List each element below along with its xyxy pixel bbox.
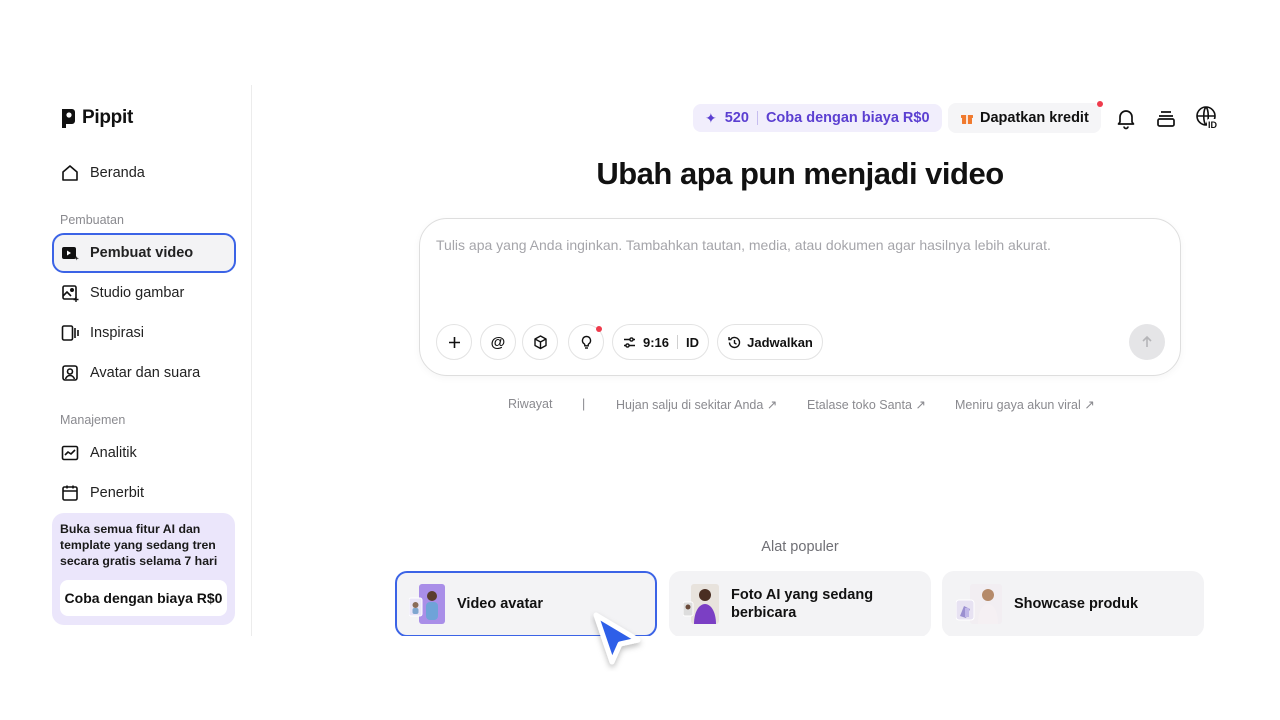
asset-button[interactable] (522, 324, 558, 360)
get-credits-button[interactable]: Dapatkan kredit (948, 103, 1101, 133)
lightbulb-icon (581, 335, 591, 349)
promo-trial-button[interactable]: Coba dengan biaya R$0 (60, 580, 227, 616)
trial-promo-card: Buka semua fitur AI dan template yang se… (52, 513, 235, 625)
sidebar-item-beranda[interactable]: Beranda (52, 153, 236, 193)
credits-count: 520 (724, 110, 749, 126)
layers-icon[interactable] (1154, 106, 1178, 130)
sidebar-item-label: Pembuat video (90, 245, 194, 261)
page-title: Ubah apa pun menjadi video (596, 156, 1004, 191)
talking-photo-thumbnail (682, 584, 719, 624)
sidebar-item-label: Inspirasi (90, 325, 144, 341)
language-code: ID (686, 334, 700, 350)
history-clock-icon (728, 336, 741, 348)
sidebar-item-label: Avatar dan suara (90, 365, 201, 381)
tool-card-product-showcase[interactable]: Showcase produk (942, 571, 1204, 637)
tool-card-label: Showcase produk (1014, 596, 1139, 612)
section-label-pembuatan: Pembuatan (60, 213, 124, 227)
sidebar-item-studio-gambar[interactable]: Studio gambar (52, 273, 236, 313)
mouse-pointer-icon (593, 612, 641, 665)
divider (677, 335, 679, 349)
notification-dot (1097, 101, 1103, 107)
sidebar-item-label: Studio gambar (90, 285, 185, 301)
pippit-logo[interactable]: Pippit (60, 107, 133, 129)
at-icon: @ (490, 333, 506, 351)
sidebar-item-pembuat-video[interactable]: Pembuat video (52, 233, 236, 273)
bell-icon[interactable] (1114, 106, 1138, 130)
mention-button[interactable]: @ (480, 324, 516, 360)
svg-text:ID: ID (1208, 120, 1218, 130)
schedule-label: Jadwalkan (747, 334, 813, 350)
sparkle-icon: ✦ (705, 109, 717, 126)
schedule-button[interactable]: Jadwalkan (717, 324, 823, 360)
video-avatar-thumbnail (408, 584, 445, 624)
popular-tools-title: Alat populer (761, 539, 839, 555)
cube-icon (533, 334, 547, 349)
credits-badge[interactable]: ✦ 520 Coba dengan biaya R$0 (693, 104, 942, 132)
analytics-icon (61, 445, 79, 461)
get-credits-label: Dapatkan kredit (980, 110, 1089, 126)
arrow-up-icon (1142, 335, 1152, 347)
prompt-box: @ 9:16 ID Jadwalkan (419, 218, 1181, 376)
avatar-icon (62, 365, 78, 381)
globe-id-icon[interactable]: ID (1195, 105, 1221, 131)
tool-card-talking-photo[interactable]: Foto AI yang sedang berbicara (669, 571, 931, 637)
gift-icon (961, 115, 973, 124)
ratio-language-button[interactable]: 9:16 ID (612, 324, 709, 360)
sidebar-item-analitik[interactable]: Analitik (52, 433, 236, 473)
divider (756, 111, 758, 125)
tool-card-label: Video avatar (457, 596, 543, 612)
sidebar: Pippit Beranda Pembuatan Pembuat video S… (0, 85, 252, 637)
image-studio-icon (62, 285, 79, 302)
suggestion-chip[interactable]: Etalase toko Santa ↗ (807, 397, 926, 412)
video-maker-icon (62, 247, 79, 261)
sidebar-item-label: Analitik (90, 445, 137, 461)
calendar-icon (62, 485, 78, 501)
sidebar-item-label: Penerbit (90, 485, 145, 501)
product-showcase-thumbnail (955, 584, 1002, 624)
send-button[interactable] (1129, 324, 1165, 360)
sidebar-item-inspirasi[interactable]: Inspirasi (52, 313, 236, 353)
sliders-icon (623, 336, 635, 348)
promo-text: Buka semua fitur AI dan template yang se… (60, 522, 218, 568)
suggestion-chip[interactable]: Hujan salju di sekitar Anda ↗ (616, 397, 777, 412)
sidebar-item-penerbit[interactable]: Penerbit (52, 473, 236, 513)
add-attachment-button[interactable] (436, 324, 472, 360)
pippit-logo-icon (62, 108, 75, 128)
sidebar-item-avatar-dan-suara[interactable]: Avatar dan suara (52, 353, 236, 393)
prompt-input[interactable] (436, 237, 1156, 253)
idea-notification-dot (596, 326, 602, 332)
history-link[interactable]: Riwayat (508, 397, 552, 411)
aspect-ratio: 9:16 (642, 334, 670, 350)
section-label-manajemen: Manajemen (60, 413, 126, 427)
home-icon (62, 165, 78, 181)
trial-label: Coba dengan biaya R$0 (765, 110, 930, 126)
divider: | (582, 397, 586, 411)
tool-card-label: Foto AI yang sedang berbicara (731, 587, 874, 621)
suggestion-chip[interactable]: Meniru gaya akun viral ↗ (955, 397, 1095, 412)
plus-icon (448, 336, 460, 348)
suggestions-row: Riwayat | Hujan salju di sekitar Anda ↗ … (0, 397, 1280, 413)
inspiration-icon (61, 325, 79, 341)
app-name: Pippit (82, 107, 133, 128)
sidebar-item-label: Beranda (90, 165, 145, 181)
